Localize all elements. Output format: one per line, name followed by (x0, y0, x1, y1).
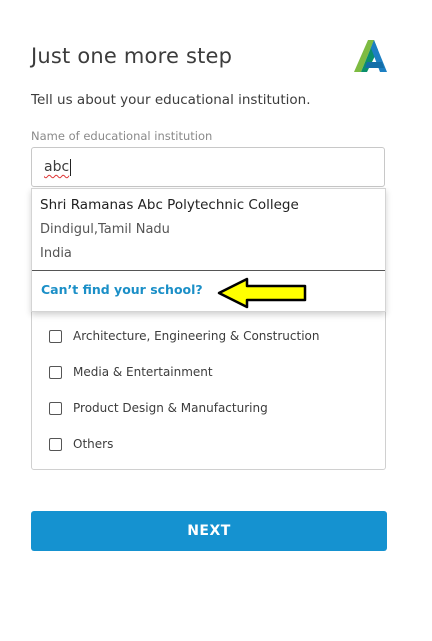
suggestion-country: India (40, 246, 72, 261)
industry-option-others[interactable]: Others (49, 437, 113, 451)
industry-option-aec[interactable]: Architecture, Engineering & Construction (49, 329, 320, 343)
suggestion-item[interactable]: Shri Ramanas Abc Polytechnic College Din… (32, 189, 385, 271)
industry-option-label: Others (73, 437, 114, 451)
institution-field-label: Name of educational institution (31, 129, 213, 143)
yellow-arrow-pointer-icon (217, 277, 307, 309)
industry-option-product-design[interactable]: Product Design & Manufacturing (49, 401, 268, 415)
industry-option-label: Media & Entertainment (73, 365, 213, 379)
institution-suggestions-dropdown: Shri Ramanas Abc Polytechnic College Din… (31, 188, 386, 312)
cant-find-school-link[interactable]: Can’t find your school? (41, 282, 203, 297)
industry-option-label: Architecture, Engineering & Construction (73, 329, 320, 343)
suggestion-region: Dindigul,Tamil Nadu (40, 222, 170, 237)
institution-input-value: abc (44, 159, 70, 175)
industry-option-media[interactable]: Media & Entertainment (49, 365, 213, 379)
checkbox[interactable] (49, 365, 62, 379)
checkbox[interactable] (49, 401, 62, 415)
autodesk-logo-icon (354, 40, 387, 72)
institution-search-input[interactable]: abc (31, 147, 385, 187)
text-caret (70, 158, 72, 176)
signup-step-page: Just one more step Tell us about your ed… (0, 0, 432, 641)
page-title: Just one more step (31, 44, 233, 68)
suggestion-name: Shri Ramanas Abc Polytechnic College (40, 197, 299, 213)
checkbox[interactable] (49, 329, 62, 343)
checkbox[interactable] (49, 437, 62, 451)
page-subtitle: Tell us about your educational instituti… (31, 92, 311, 108)
industry-option-label: Product Design & Manufacturing (73, 401, 268, 415)
next-button[interactable]: NEXT (31, 511, 387, 551)
